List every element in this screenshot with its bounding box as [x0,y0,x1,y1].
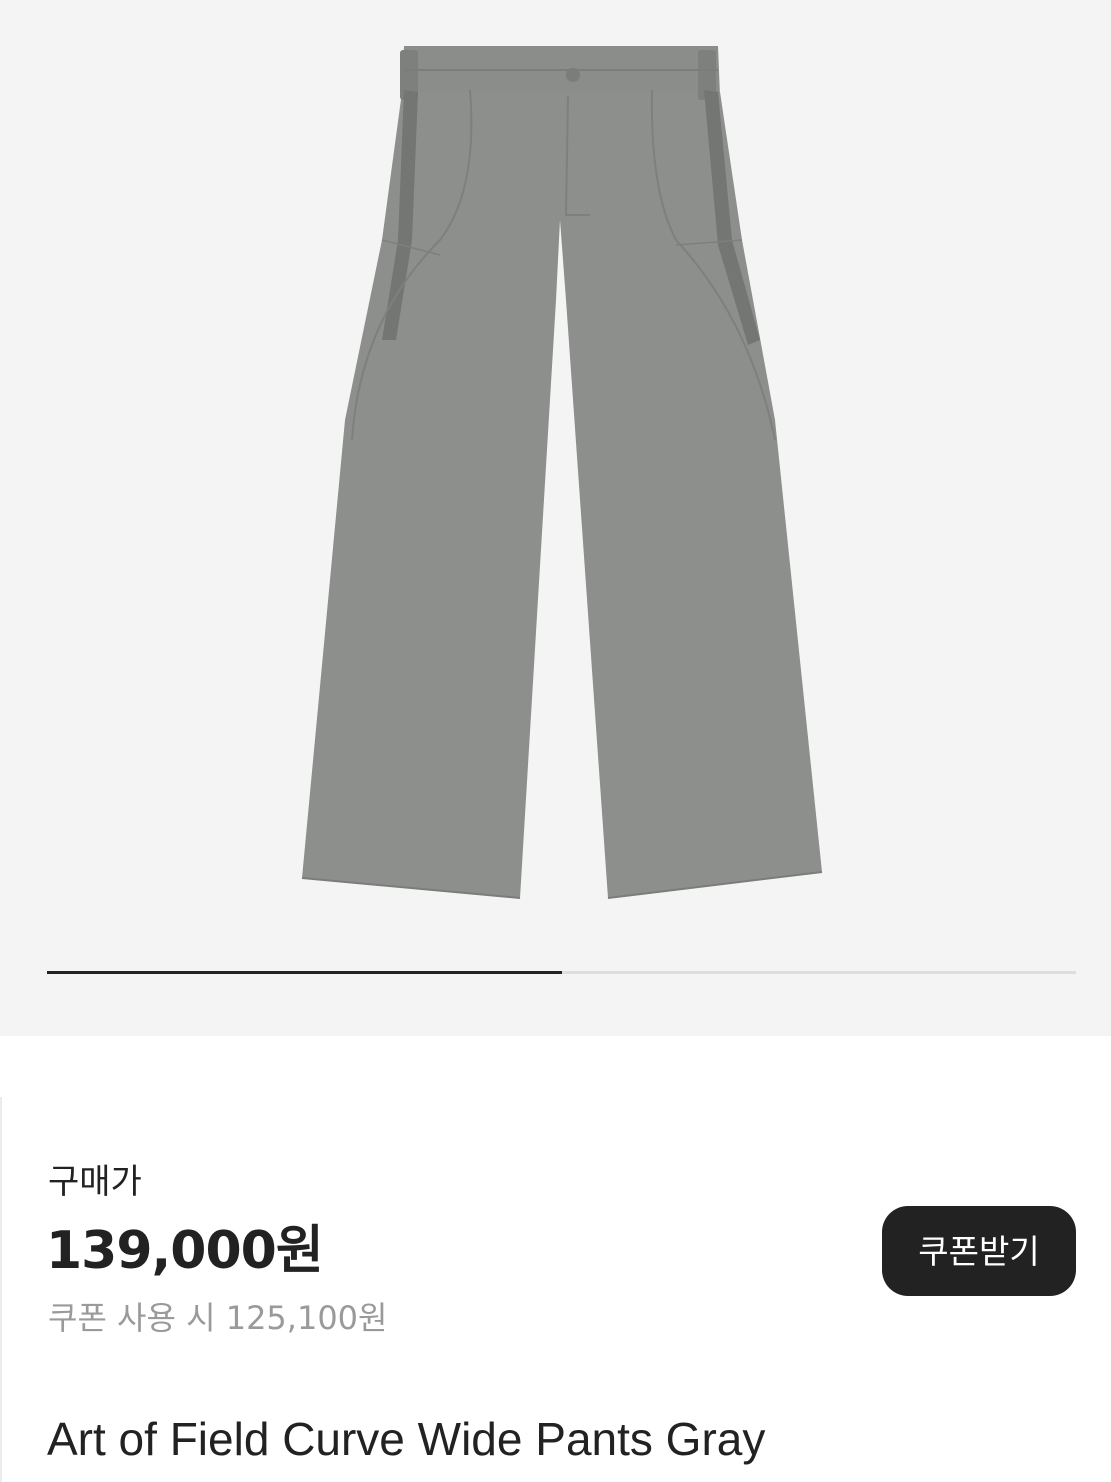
product-name: Art of Field Curve Wide Pants Gray [47,1413,766,1465]
coupon-price-text: 쿠폰 사용 시 125,100원 [48,1299,388,1337]
product-image[interactable] [280,30,840,910]
pants-body [302,92,822,898]
product-image-gallery[interactable] [0,0,1111,1036]
price-label: 구매가 [48,1162,142,1202]
price-value: 139,000원 [46,1221,324,1281]
divider [0,1097,2,1482]
image-pager[interactable] [47,971,1076,974]
image-pager-progress [47,971,562,974]
get-coupon-button[interactable]: 쿠폰받기 [882,1206,1076,1296]
